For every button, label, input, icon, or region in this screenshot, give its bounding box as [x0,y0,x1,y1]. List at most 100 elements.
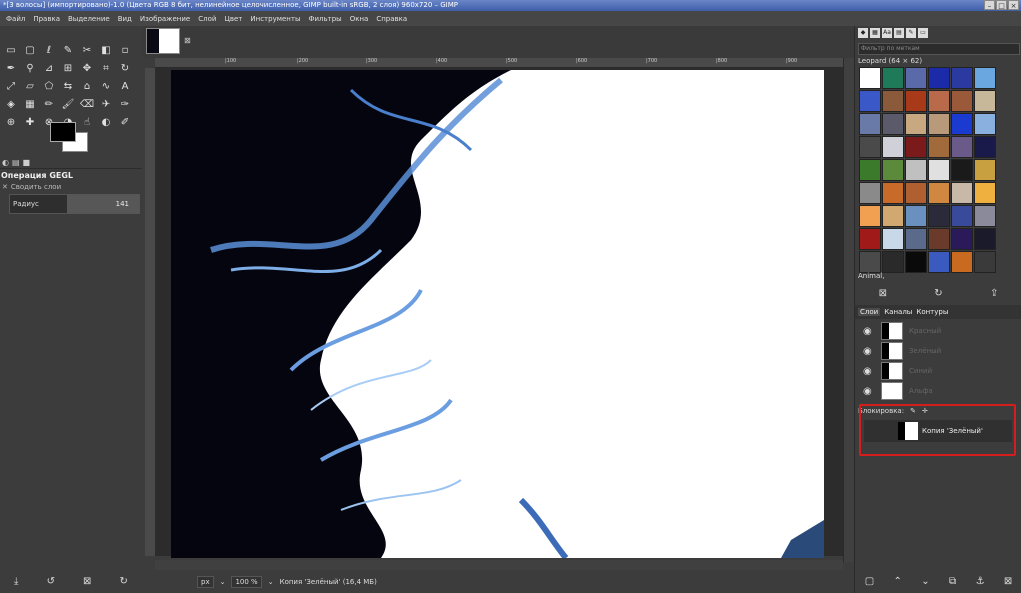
rotate-icon[interactable]: ↻ [116,60,134,77]
scale-icon[interactable]: ⤢ [2,78,20,95]
lower-layer-icon[interactable]: ⌄ [921,576,929,587]
pattern-swatch[interactable] [974,251,996,273]
move-tool-icon[interactable]: ▭ [2,42,20,59]
pattern-swatch[interactable] [928,67,950,89]
paintbrush-icon[interactable]: 🖌 [59,96,77,113]
pattern-swatch[interactable] [928,159,950,181]
pattern-swatch[interactable] [905,136,927,158]
fonts-tab-icon[interactable]: Aa [882,28,892,38]
pattern-swatch[interactable] [859,251,881,273]
horizontal-scrollbar[interactable] [155,560,843,570]
raise-layer-icon[interactable]: ⌃ [894,576,902,587]
heal-icon[interactable]: ✚ [21,114,39,131]
gradients-tab-icon[interactable]: ▭ [918,28,928,38]
foreground-color-swatch[interactable] [50,122,76,142]
cage-icon[interactable]: ⌂ [78,78,96,95]
menu-help[interactable]: Справка [372,15,411,23]
pattern-swatch[interactable] [928,205,950,227]
menu-windows[interactable]: Окна [346,15,373,23]
pattern-swatch[interactable] [859,159,881,181]
pattern-swatch[interactable] [974,113,996,135]
menu-image[interactable]: Изображение [136,15,194,23]
layer-row[interactable]: ◉ Красный [855,321,1021,341]
close-icon[interactable]: ✕ [2,181,8,193]
shear-icon[interactable]: ▱ [21,78,39,95]
eraser-icon[interactable]: ⌫ [78,96,96,113]
open-pattern-icon[interactable]: ⇪ [990,288,998,299]
pattern-swatch[interactable] [974,205,996,227]
pattern-swatch[interactable] [859,205,881,227]
menu-layer[interactable]: Слой [194,15,220,23]
pattern-swatch[interactable] [882,205,904,227]
tab-paths[interactable]: Контуры [916,308,948,316]
undo-history-tab-icon[interactable]: ■ [23,158,31,167]
eye-icon[interactable]: ◉ [863,386,875,397]
pattern-swatch[interactable] [951,90,973,112]
pattern-swatch[interactable] [905,182,927,204]
maximize-button[interactable]: □ [996,0,1007,10]
foreground-select-icon[interactable]: ◧ [97,42,115,59]
pattern-swatch[interactable] [882,182,904,204]
menu-edit[interactable]: Правка [29,15,64,23]
pattern-swatch[interactable] [882,136,904,158]
pattern-swatch[interactable] [928,136,950,158]
eye-icon[interactable]: ◉ [863,326,875,337]
chevron-down-icon[interactable]: ⌄ [268,578,274,586]
tool-options-tab-icon[interactable]: ◐ [2,158,9,167]
minimize-button[interactable]: – [984,0,995,10]
fg-bg-colors[interactable] [50,122,90,154]
pattern-swatch[interactable] [905,205,927,227]
align-icon[interactable]: ⊞ [59,60,77,77]
reset-icon[interactable]: ↻ [120,576,128,587]
pattern-swatch[interactable] [974,182,996,204]
fuzzy-select-icon[interactable]: ✎ [59,42,77,59]
pattern-swatch[interactable] [974,136,996,158]
menu-color[interactable]: Цвет [220,15,246,23]
pattern-swatch[interactable] [951,228,973,250]
pattern-swatch[interactable] [928,182,950,204]
pattern-swatch[interactable] [882,90,904,112]
pattern-swatch[interactable] [974,90,996,112]
image-tab-thumbnail[interactable] [146,28,180,54]
color-picker-icon[interactable]: ✒ [2,60,20,77]
document-history-tab-icon[interactable]: ▤ [894,28,904,38]
pattern-swatch[interactable] [859,182,881,204]
delete-pattern-icon[interactable]: ⊠ [879,288,887,299]
lasso-icon[interactable]: ℓ [40,42,58,59]
pattern-swatch[interactable] [974,228,996,250]
pencil-icon[interactable]: ✏ [40,96,58,113]
eye-icon[interactable]: ◉ [863,366,875,377]
pattern-swatch[interactable] [951,205,973,227]
menu-file[interactable]: Файл [2,15,29,23]
pattern-swatch[interactable] [951,113,973,135]
tab-layers[interactable]: Слои [858,308,881,316]
radius-field[interactable]: Радиус 141 [9,194,140,214]
pattern-swatch[interactable] [859,90,881,112]
paint-dynamics-tab-icon[interactable]: ✎ [906,28,916,38]
brushes-tab-icon[interactable]: ◆ [858,28,868,38]
new-layer-icon[interactable]: ▢ [865,576,874,587]
pattern-swatch[interactable] [859,67,881,89]
pattern-swatch[interactable] [859,228,881,250]
device-status-tab-icon[interactable]: ▤ [12,158,20,167]
move-arrows-icon[interactable]: ✥ [78,60,96,77]
blend-icon[interactable]: ▦ [21,96,39,113]
menu-tools[interactable]: Инструменты [246,15,304,23]
pattern-swatch[interactable] [905,159,927,181]
pattern-swatch[interactable] [882,228,904,250]
chevron-down-icon[interactable]: ⌄ [220,578,226,586]
radius-value[interactable]: 141 [67,195,139,213]
text-tool-icon[interactable]: A [116,78,134,95]
menu-select[interactable]: Выделение [64,15,114,23]
menu-view[interactable]: Вид [114,15,136,23]
delete-layer-icon[interactable]: ⊠ [1004,576,1012,587]
eye-icon[interactable]: ◉ [863,346,875,357]
tag-filter-input[interactable]: Фильтр по меткам [858,43,1020,55]
duplicate-layer-icon[interactable]: ⧉ [949,576,956,587]
measure-icon[interactable]: ⊿ [40,60,58,77]
paths-icon[interactable]: ✐ [116,114,134,131]
pattern-swatch[interactable] [951,159,973,181]
patterns-tab-icon[interactable]: ▦ [870,28,880,38]
scissors-icon[interactable]: ✂ [78,42,96,59]
pattern-swatch[interactable] [951,251,973,273]
